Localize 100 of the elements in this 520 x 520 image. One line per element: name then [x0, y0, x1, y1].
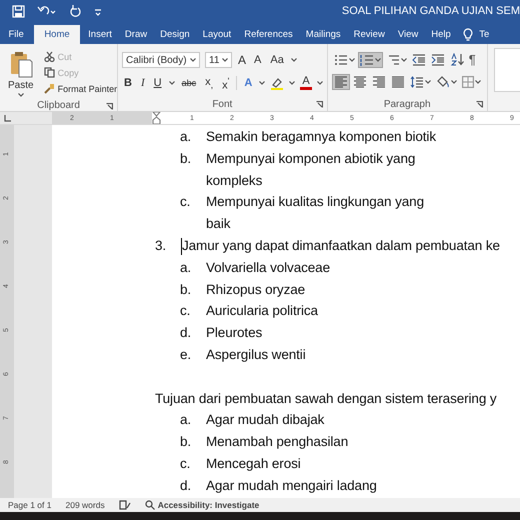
dialog-launcher-icon[interactable] [476, 101, 483, 108]
superscript-button[interactable]: x$^{'}$ [220, 74, 232, 93]
tell-me-field[interactable]: Te [479, 29, 490, 40]
proofing-icon[interactable] [118, 500, 131, 510]
ribbon-tab[interactable]: References [238, 25, 300, 44]
ribbon-tab[interactable]: Help [424, 25, 458, 44]
font-name-field[interactable]: Calibri (Body) [122, 52, 200, 68]
sort-icon [450, 53, 464, 66]
italic-button[interactable]: I [138, 76, 147, 90]
ribbon-tab[interactable]: Review [347, 25, 392, 44]
grow-font-button[interactable]: A [237, 53, 248, 67]
copy-icon [44, 67, 55, 78]
dialog-launcher-icon[interactable] [316, 101, 323, 108]
list-marker: e. [180, 346, 192, 364]
answer-option: Mencegah erosi [206, 452, 446, 475]
spacing-button[interactable] [408, 74, 433, 90]
shrink-font-button[interactable]: A [252, 53, 264, 67]
answer-option: Rhizopus oryzae [206, 278, 446, 300]
subscript-button[interactable]: x$_{,}$ [203, 74, 216, 92]
caret-icon [168, 81, 175, 86]
list-marker: a. [180, 411, 192, 430]
redo-icon[interactable] [69, 4, 82, 18]
answer-option: Pleurotes [206, 322, 446, 344]
bold-button[interactable]: B [122, 76, 134, 90]
justify-icon [390, 76, 405, 88]
list-marker: c. [180, 302, 192, 320]
group-label: Font [212, 98, 232, 110]
caret-icon [190, 58, 196, 62]
ribbon-tab[interactable]: View [391, 25, 425, 44]
text-effects-button[interactable]: A [242, 76, 254, 90]
list-marker: a. [180, 128, 192, 146]
caret-icon [400, 58, 407, 62]
page-count[interactable]: Page 1 of 1 [8, 500, 52, 510]
numbered-list-icon [360, 54, 374, 66]
answer-option: Agar mudah mengairi ladang [206, 474, 446, 497]
list-marker: b. [180, 150, 192, 168]
answer-option: Agar mudah dibajak [206, 409, 446, 432]
caret-icon [316, 81, 323, 86]
decrease-indent-icon [412, 54, 426, 66]
ribbon-tab[interactable]: Layout [196, 25, 238, 44]
ribbon-tab[interactable]: Home [34, 25, 80, 44]
change-case-button[interactable]: Aa [268, 53, 286, 67]
question-text: Jamur yang dapat dimanfaatkan dalam pembuatan ke [182, 236, 500, 255]
ribbon-tab[interactable]: Draw [118, 25, 154, 44]
show-marks-button[interactable]: ¶ [466, 50, 478, 69]
ribbon-tab[interactable]: Insert [82, 25, 118, 44]
font-color-button[interactable]: A [300, 76, 312, 90]
text-cursor [181, 238, 182, 255]
format-painter-button[interactable]: Format Painter [42, 82, 120, 95]
scissors-icon [44, 51, 55, 62]
caret-icon [222, 58, 228, 62]
font-size-field[interactable]: 11 [205, 52, 232, 68]
paintbrush-icon [44, 83, 55, 94]
accessibility-status[interactable]: Accessibility: Investigate [158, 500, 260, 510]
outdent-button[interactable] [410, 52, 428, 68]
lightbulb-icon [463, 28, 474, 42]
list-marker: d. [180, 476, 192, 495]
align-right-icon [372, 76, 386, 88]
answer-option: Mempunyai komponen abiotik yang kompleks [206, 148, 446, 192]
answer-option: Menambah penghasilan [206, 431, 446, 453]
save-icon[interactable] [12, 4, 25, 18]
numbering-button[interactable] [358, 52, 383, 68]
increase-indent-icon [430, 54, 445, 66]
caret-icon [474, 80, 481, 84]
group-label: Paragraph [384, 98, 431, 110]
group-label: Clipboard [37, 100, 80, 110]
accessibility-icon [144, 500, 155, 510]
caret-icon [348, 58, 355, 62]
caret-icon [374, 58, 381, 62]
strikethrough-button[interactable]: abc [180, 76, 198, 90]
caret-icon [259, 81, 266, 86]
align-left-icon [334, 76, 348, 88]
caret-icon [290, 58, 297, 62]
question-text: Tujuan dari pembuatan sawah dengan sistem terasering y [155, 390, 497, 408]
list-marker: a. [180, 258, 192, 277]
ribbon-tab[interactable]: Design [154, 25, 196, 44]
ribbon-tab[interactable]: File [2, 25, 30, 44]
caret-icon [424, 80, 431, 84]
line-spacing-icon [410, 76, 424, 88]
list-marker: b. [180, 433, 192, 452]
indent-button[interactable] [428, 52, 447, 68]
underline-button[interactable]: U [152, 76, 164, 90]
ribbon-tab[interactable]: Mailings [299, 25, 348, 44]
answer-option: Mempunyai kualitas lingkungan yang baik [206, 191, 446, 235]
paste-button[interactable]: Paste [4, 48, 38, 99]
answer-option: Volvariella volvaceae [206, 256, 446, 279]
answer-option: Semakin beragamnya komponen biotik [206, 126, 446, 148]
clipboard-icon [8, 50, 33, 78]
indent-marker-icon[interactable] [152, 112, 161, 124]
highlighter-icon[interactable] [270, 76, 284, 90]
list-marker: c. [180, 193, 192, 212]
caret-icon [18, 93, 24, 97]
window-title: SOAL PILIHAN GANDA UJIAN SEM [342, 5, 520, 17]
tab-stop-icon[interactable] [4, 114, 10, 122]
align-left-button[interactable] [332, 74, 350, 90]
word-count[interactable]: 209 words [65, 500, 105, 510]
undo-icon[interactable] [37, 4, 57, 18]
caret-icon [450, 80, 457, 84]
dialog-launcher-icon[interactable] [106, 103, 113, 110]
align-center-icon [352, 76, 367, 88]
